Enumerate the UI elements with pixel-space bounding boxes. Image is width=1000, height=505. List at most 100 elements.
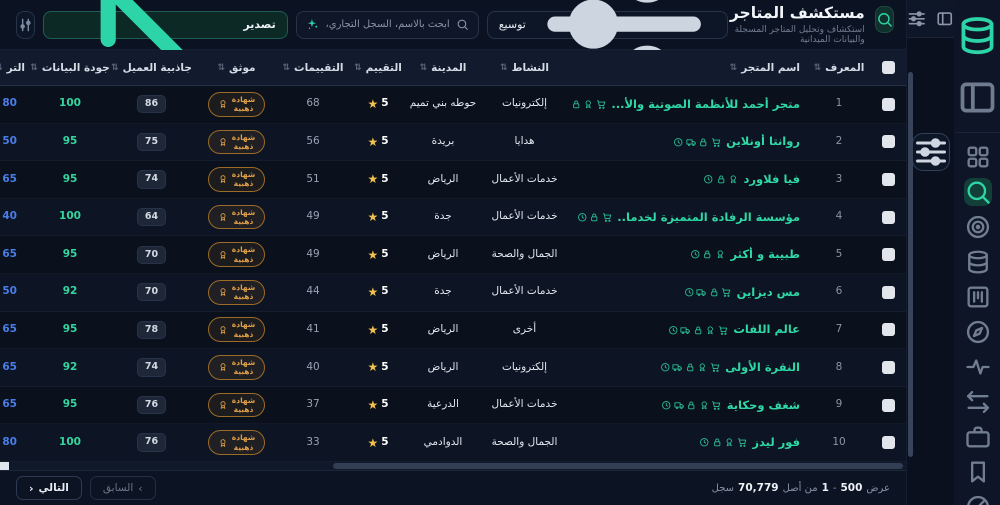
table-body: 1 متجر أحمد للأنظمة الصوتية والأ... إلكترو… — [0, 86, 906, 462]
store-name-link[interactable]: شغف وحكاية — [727, 398, 800, 413]
quality-score: 95 — [62, 135, 78, 148]
gold-certificate-badge[interactable]: شهادة ذهبية — [207, 279, 266, 305]
search-input[interactable] — [324, 19, 450, 30]
column-header-activity[interactable]: النشاط ⇅ — [477, 62, 572, 74]
column-header-quality[interactable]: جودة البيانات ⇅ — [30, 62, 109, 74]
row-checkbox[interactable] — [881, 97, 895, 111]
sort-icon[interactable]: ⇅ — [217, 63, 225, 73]
page-title: مستكشف المتاجر — [729, 3, 865, 22]
sort-icon[interactable]: ⇅ — [354, 63, 362, 73]
sort-icon[interactable]: ⇅ — [282, 63, 290, 73]
gold-certificate-badge[interactable]: شهادة ذهبية — [207, 355, 266, 380]
store-name-link[interactable]: متجر أحمد للأنظمة الصوتية والأ... — [611, 97, 800, 112]
store-name-link[interactable]: النقرة الأولى — [725, 360, 800, 375]
column-header-city[interactable]: المدينة ⇅ — [409, 62, 477, 74]
sort-icon[interactable]: ⇅ — [0, 63, 3, 73]
cell-store-name: طبيبة و أكثر — [572, 247, 808, 262]
sidebar-compass-icon[interactable] — [964, 318, 992, 346]
header-search-button[interactable] — [874, 5, 894, 33]
sidebar-collapse-panel-icon[interactable] — [955, 69, 1000, 133]
options-button[interactable] — [16, 10, 35, 39]
row-checkbox[interactable] — [881, 398, 895, 412]
sidebar-kanban-icon[interactable] — [964, 283, 992, 311]
page-buttons: › السابق التالي ‹ — [16, 476, 156, 500]
prev-page-button[interactable]: › السابق — [89, 476, 156, 500]
sort-icon[interactable]: ⇅ — [111, 63, 119, 73]
store-name-link[interactable]: مؤسسة الرفادة المتميزة لخدما.. — [617, 210, 800, 225]
row-checkbox[interactable] — [881, 172, 895, 186]
sidebar-target-icon[interactable] — [964, 213, 992, 241]
sidebar-database-icon[interactable] — [964, 248, 992, 276]
column-header-extra[interactable]: التر⇅ — [0, 62, 31, 74]
gold-certificate-badge[interactable]: شهادة ذهبية — [207, 392, 266, 418]
store-name-link[interactable]: روانتا أونلاين — [726, 134, 800, 149]
cell-store-name: مس ديزاين — [572, 285, 808, 300]
sort-icon[interactable]: ⇅ — [30, 63, 38, 73]
cell-city: بريدة — [431, 135, 455, 148]
star-icon: ★ — [367, 134, 379, 149]
select-all-checkbox[interactable] — [881, 61, 895, 74]
sort-icon[interactable]: ⇅ — [420, 63, 428, 73]
sidebar-activity-icon[interactable] — [964, 353, 992, 381]
sidebar-briefcase-icon[interactable] — [964, 423, 992, 451]
store-name-link[interactable]: مس ديزاين — [737, 285, 800, 300]
store-name-link[interactable]: عالم اللفات — [733, 322, 800, 337]
store-name-link[interactable]: فيا فلاورد — [744, 172, 800, 187]
sort-icon[interactable]: ⇅ — [814, 63, 822, 73]
gold-certificate-badge[interactable]: شهادة ذهبية — [207, 204, 266, 230]
scrollbar-thumb[interactable] — [333, 463, 903, 469]
gold-certificate-badge[interactable]: شهادة ذهبية — [207, 91, 266, 117]
cell-store-name: فور ليدز — [572, 435, 808, 450]
cell-reviews-count: 49 — [306, 210, 320, 223]
appeal-score-pill: 64 — [136, 207, 167, 227]
cell-extra-score: 50 — [0, 135, 31, 149]
cell-customer-appeal: 74 — [109, 170, 194, 189]
cell-verified: شهادة ذهبية — [194, 129, 279, 155]
export-button[interactable]: تصدير — [42, 0, 288, 71]
sparkles-ai-icon[interactable] — [306, 18, 319, 31]
expand-button[interactable]: توسيع — [486, 0, 729, 96]
gold-certificate-badge[interactable]: شهادة ذهبية — [207, 129, 266, 155]
collapse-panel-icon[interactable] — [935, 9, 955, 29]
sidebar-swap-icon[interactable] — [964, 388, 992, 416]
clock-icon — [660, 362, 671, 373]
sidebar-bookmark-icon[interactable] — [964, 458, 992, 486]
column-header-reviews[interactable]: التقييمات ⇅ — [279, 62, 347, 74]
store-name-link[interactable]: طبيبة و أكثر — [730, 247, 800, 262]
gold-certificate-badge[interactable]: شهادة ذهبية — [207, 242, 266, 268]
column-label: المدينة — [431, 61, 467, 74]
column-header-verified[interactable]: موثق ⇅ — [194, 62, 279, 74]
column-header-id[interactable]: المعرف ⇅ — [808, 62, 870, 74]
row-checkbox[interactable] — [881, 248, 895, 262]
row-checkbox[interactable] — [881, 210, 895, 224]
sidebar-grid-icon[interactable] — [964, 143, 992, 171]
gold-certificate-badge[interactable]: شهادة ذهبية — [207, 167, 266, 192]
cell-city: الرياض — [427, 247, 459, 260]
cell-reviews-count: 41 — [306, 323, 320, 336]
next-page-button[interactable]: التالي ‹ — [16, 476, 82, 500]
horizontal-scrollbar[interactable] — [0, 462, 906, 470]
lock-icon — [712, 437, 723, 448]
column-header-appeal[interactable]: جاذبية العميل ⇅ — [109, 62, 194, 74]
sidebar-slash-icon[interactable] — [964, 493, 992, 505]
store-name-link[interactable]: فور ليدز — [752, 435, 800, 450]
gold-certificate-badge[interactable]: شهادة ذهبية — [207, 430, 266, 456]
sort-icon[interactable]: ⇅ — [500, 63, 508, 73]
column-header-rating[interactable]: التقييم ⇅ — [347, 62, 409, 74]
row-checkbox[interactable] — [881, 436, 895, 450]
filters-sliders-icon[interactable] — [907, 9, 927, 29]
filter-panel-button[interactable] — [911, 133, 950, 171]
clock-icon — [699, 437, 710, 448]
column-header-name[interactable]: اسم المتجر ⇅ — [572, 62, 808, 74]
vertical-scrollbar[interactable] — [908, 72, 913, 457]
app-logo-database-icon[interactable] — [955, 0, 1000, 69]
row-checkbox[interactable] — [881, 135, 895, 149]
sort-icon[interactable]: ⇅ — [730, 63, 738, 73]
sidebar-search-icon[interactable] — [963, 178, 992, 206]
row-checkbox[interactable] — [881, 360, 895, 374]
row-checkbox[interactable] — [881, 323, 895, 337]
row-checkbox[interactable] — [881, 285, 895, 299]
gold-certificate-badge[interactable]: شهادة ذهبية — [207, 317, 266, 343]
star-icon: ★ — [367, 322, 379, 337]
cell-activity: الجمال والصحة — [491, 247, 558, 260]
